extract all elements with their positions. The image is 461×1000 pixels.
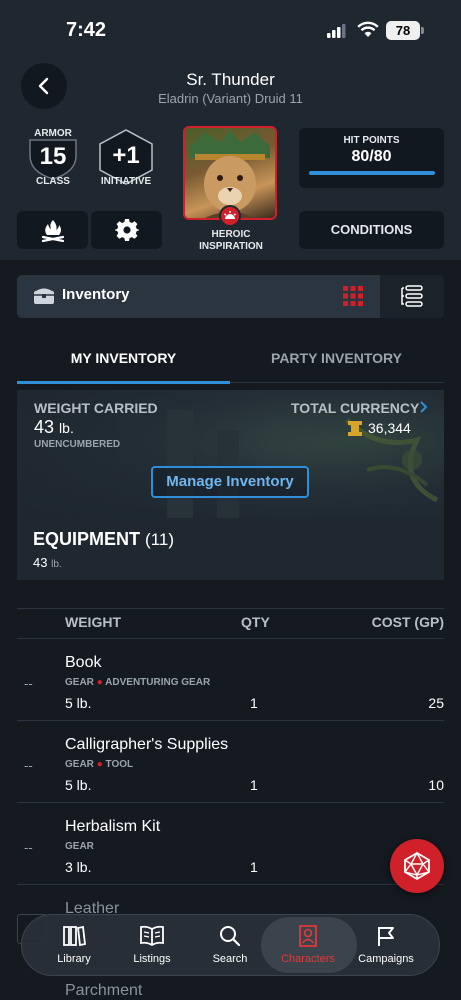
- signal-icon: [327, 24, 346, 38]
- item-tag: GEAR: [65, 677, 94, 688]
- settings-button[interactable]: [91, 211, 162, 249]
- insp-line1: HEROIC: [211, 229, 251, 240]
- initiative-label: INITIATIVE: [100, 176, 152, 187]
- nav-label: Campaigns: [358, 953, 414, 965]
- tab-party-inventory[interactable]: PARTY INVENTORY: [230, 350, 443, 366]
- sunrise-icon: [224, 211, 236, 219]
- equipment-weight: 43 lb.: [33, 555, 62, 570]
- character-icon: [299, 925, 317, 947]
- hit-points-bar: [309, 171, 435, 175]
- coins-icon: [348, 421, 362, 436]
- column-header-qty: QTY: [241, 614, 270, 630]
- campfire-icon: [41, 220, 64, 242]
- row-action-dash[interactable]: --: [24, 758, 33, 773]
- weight-carried-value: 43 lb.: [34, 417, 74, 438]
- total-currency-value: 36,344: [368, 420, 411, 436]
- nav-characters[interactable]: Characters: [268, 914, 348, 976]
- equipment-weight-unit: lb.: [51, 559, 62, 570]
- tab-active-indicator: [17, 381, 230, 384]
- wifi-icon: [357, 21, 379, 37]
- dice-roll-button[interactable]: [390, 839, 444, 893]
- item-tags: GEAR ● TOOL: [65, 759, 133, 770]
- encumbrance-status: UNENCUMBERED: [34, 439, 121, 450]
- weight-number: 43: [34, 417, 55, 437]
- flag-icon: [378, 927, 394, 946]
- armor-label: ARMOR: [34, 128, 72, 139]
- nav-search[interactable]: Search: [190, 914, 270, 976]
- tab-my-inventory[interactable]: MY INVENTORY: [17, 350, 230, 366]
- item-cost: 25: [428, 695, 444, 711]
- armor-class-label: CLASS: [36, 176, 70, 187]
- character-subtitle: Eladrin (Variant) Druid 11: [158, 91, 303, 106]
- manage-inventory-button[interactable]: Manage Inventory: [151, 466, 309, 498]
- item-name[interactable]: Calligrapher's Supplies: [65, 736, 228, 754]
- hit-points-fill: [309, 171, 435, 175]
- row-action-dash[interactable]: --: [24, 676, 33, 691]
- character-name: Sr. Thunder: [186, 70, 275, 89]
- gear-icon: [114, 219, 139, 241]
- item-weight: 5 lb.: [65, 695, 92, 711]
- row-divider: [17, 802, 444, 803]
- heroic-inspiration-label: HEROIC INSPIRATION: [178, 229, 284, 253]
- row-divider: [17, 884, 444, 885]
- item-tag: TOOL: [105, 759, 134, 770]
- item-qty: 1: [250, 695, 258, 711]
- equipment-title-text: EQUIPMENT: [33, 529, 141, 549]
- tag-separator-dot: ●: [96, 759, 103, 770]
- weight-carried-label: WEIGHT CARRIED: [34, 400, 158, 416]
- item-tags: GEAR ● ADVENTURING GEAR: [65, 677, 210, 688]
- initiative-value[interactable]: +1: [96, 142, 156, 170]
- column-header-weight: WEIGHT: [65, 614, 121, 630]
- conditions-button[interactable]: CONDITIONS: [299, 211, 444, 249]
- nav-label: Listings: [133, 953, 171, 965]
- section-title: Inventory: [62, 286, 130, 303]
- column-header-cost: COST (GP): [371, 614, 444, 630]
- equipment-count: (11): [145, 530, 175, 549]
- heroic-inspiration-badge[interactable]: [219, 205, 241, 227]
- battery-indicator: 78: [386, 21, 420, 40]
- item-qty: 1: [250, 777, 258, 793]
- insp-line2: INSPIRATION: [199, 241, 263, 252]
- list-view-icon: [401, 285, 423, 307]
- equipment-weight-number: 43: [33, 555, 48, 570]
- item-name[interactable]: Book: [65, 654, 101, 672]
- table-header-divider: [17, 638, 444, 639]
- search-icon: [220, 926, 241, 947]
- library-icon: [63, 925, 86, 947]
- item-tag: ADVENTURING GEAR: [105, 677, 211, 688]
- item-weight: 5 lb.: [65, 777, 92, 793]
- total-currency-link[interactable]: TOTAL CURRENCY: [291, 400, 419, 416]
- armor-value[interactable]: 15: [25, 143, 81, 171]
- book-icon: [140, 925, 164, 947]
- item-qty: 1: [250, 859, 258, 875]
- item-tag: GEAR: [65, 759, 94, 770]
- item-name[interactable]: Parchment: [65, 982, 142, 1000]
- item-weight: 3 lb.: [65, 859, 92, 875]
- battery-tip: [421, 27, 424, 34]
- table-top-divider: [17, 608, 444, 609]
- tag-separator-dot: ●: [96, 677, 103, 688]
- hit-points-label: HIT POINTS: [343, 135, 400, 146]
- hit-points-value: 80/80: [351, 148, 392, 165]
- row-divider: [17, 720, 444, 721]
- d20-icon: [404, 851, 430, 881]
- rest-button[interactable]: [17, 211, 88, 249]
- status-time: 7:42: [66, 19, 107, 41]
- chevron-right-icon: [420, 401, 428, 413]
- row-action-dash[interactable]: --: [24, 840, 33, 855]
- chest-icon: [34, 288, 54, 304]
- equipment-title: EQUIPMENT (11): [33, 529, 174, 550]
- weight-unit: lb.: [59, 420, 74, 436]
- item-name[interactable]: Herbalism Kit: [65, 818, 160, 836]
- item-tags: GEAR: [65, 841, 94, 852]
- nav-label: Search: [212, 953, 248, 965]
- nav-campaigns[interactable]: Campaigns: [346, 914, 426, 976]
- nav-listings[interactable]: Listings: [112, 914, 192, 976]
- nav-label: Library: [57, 953, 91, 965]
- nav-library[interactable]: Library: [34, 914, 114, 976]
- grid-icon[interactable]: [343, 286, 363, 306]
- nav-label: Characters: [281, 953, 335, 965]
- item-cost: 10: [428, 777, 444, 793]
